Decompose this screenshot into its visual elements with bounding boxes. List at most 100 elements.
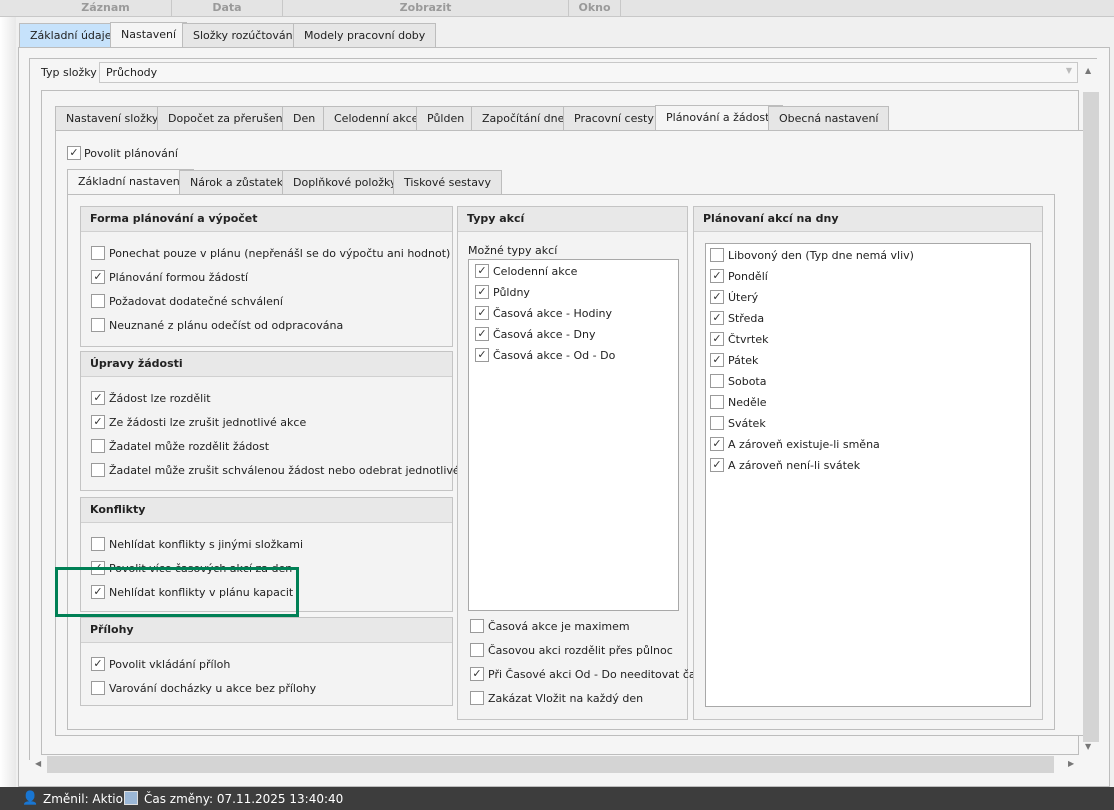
checkbox-label: Neděle — [728, 396, 767, 409]
checkbox[interactable] — [91, 439, 105, 453]
checkbox-label: Časová akce - Dny — [493, 328, 596, 341]
tab-slozky-rozuctovani[interactable]: Složky rozúčtování — [182, 23, 307, 48]
changed-time: Čas změny: 07.11.2025 13:40:40 — [144, 792, 344, 806]
checkbox-label: Sobota — [728, 375, 767, 388]
checkbox[interactable]: ✓ — [710, 353, 724, 367]
hscroll-thumb[interactable] — [47, 756, 1054, 773]
menu-zaznam[interactable]: Záznam — [40, 0, 172, 17]
checkbox-label: Čtvrtek — [728, 333, 769, 346]
scroll-down-icon[interactable]: ▼ — [1085, 742, 1091, 751]
checkbox-label: Při Časové akci Od - Do needitovat čas — [488, 668, 702, 681]
subtab-zakladni-nastaveni[interactable]: Základní nastavení — [67, 169, 194, 195]
planovani-dny-group: Plánovaní akcí na dny Libovoný den (Typ … — [693, 206, 1043, 720]
checkbox[interactable] — [91, 294, 105, 308]
tab-pracovni-cesty[interactable]: Pracovní cesty — [563, 106, 665, 131]
checkbox-label: Povolit vkládání příloh — [109, 658, 231, 671]
scroll-left-icon[interactable]: ◀ — [35, 759, 41, 768]
checkbox[interactable]: ✓ — [710, 311, 724, 325]
checkbox[interactable] — [710, 374, 724, 388]
checkbox-label: Pátek — [728, 354, 759, 367]
menu-data[interactable]: Data — [172, 0, 283, 17]
checkbox[interactable]: ✓ — [475, 327, 489, 341]
left-strip — [0, 17, 16, 787]
checkbox-label: Středa — [728, 312, 765, 325]
checkbox[interactable]: ✓ — [475, 348, 489, 362]
checkbox[interactable] — [710, 395, 724, 409]
tab-nastaveni[interactable]: Nastavení — [110, 22, 188, 48]
checkbox-label: Časová akce je maximem — [488, 620, 630, 633]
tab-planovani-a-zadosti[interactable]: Plánování a žádosti — [655, 105, 784, 131]
menu-okno[interactable]: Okno — [569, 0, 621, 17]
checkbox[interactable]: ✓ — [470, 667, 484, 681]
highlight-box — [55, 567, 299, 617]
checkbox-label: Zakázat Vložit na každý den — [488, 692, 644, 705]
checkbox-label: Žadatel může zrušit schválenou žádost ne… — [109, 464, 490, 477]
checkbox-label: Časová akce - Od - Do — [493, 349, 616, 362]
checkbox[interactable] — [710, 248, 724, 262]
checkbox[interactable]: ✓ — [475, 306, 489, 320]
checkbox[interactable]: ✓ — [91, 657, 105, 671]
tab-nastaveni-slozky[interactable]: Nastavení složky — [55, 106, 170, 131]
tab-zakladni-udaje[interactable]: Základní údaje — [19, 23, 123, 48]
typy-akci-group: Typy akcí Možné typy akcí ✓ Celodenní akc… — [457, 206, 701, 720]
tab-pulden[interactable]: Půlden — [416, 106, 476, 131]
vertical-scrollbar[interactable]: ▲ ▼ — [1082, 66, 1099, 756]
tab-zapocitani-dne[interactable]: Započítání dne — [471, 106, 576, 131]
subtab-narok-a-zustatek[interactable]: Nárok a zůstatek — [179, 170, 295, 195]
checkbox-label: Časová akce - Hodiny — [493, 307, 613, 320]
checkbox-label: Ze žádosti lze zrušit jednotlivé akce — [109, 416, 307, 429]
group-title: Konflikty — [81, 498, 452, 523]
povolit-planovani-checkbox[interactable]: ✓ — [67, 146, 81, 160]
checkbox[interactable] — [91, 537, 105, 551]
checkbox[interactable] — [470, 619, 484, 633]
status-bar: 👤 Změnil: Aktion Čas změny: 07.11.2025 1… — [0, 787, 1114, 810]
checkbox[interactable] — [470, 643, 484, 657]
checkbox[interactable]: ✓ — [91, 415, 105, 429]
subtab-tiskove-sestavy[interactable]: Tiskové sestavy — [393, 170, 502, 195]
tab-celodenni-akce[interactable]: Celodenní akce — [323, 106, 430, 131]
scroll-up-icon[interactable]: ▲ — [1085, 66, 1091, 75]
subtab-doplnkove-polozky[interactable]: Doplňkové položky — [282, 170, 408, 195]
group-1: Úpravy žádosti ✓ Žádost lze rozdělit ✓ Ze žá… — [80, 351, 489, 491]
scroll-right-icon[interactable]: ▶ — [1068, 759, 1074, 768]
checkbox[interactable] — [91, 246, 105, 260]
calendar-clock-icon — [124, 791, 138, 805]
checkbox[interactable]: ✓ — [710, 269, 724, 283]
typ-slozky-select[interactable]: Průchody ▼ — [99, 62, 1078, 83]
checkbox[interactable]: ✓ — [475, 264, 489, 278]
tab-dopocet[interactable]: Dopočet za přerušení — [157, 106, 297, 131]
checkbox[interactable]: ✓ — [475, 285, 489, 299]
tab-den[interactable]: Den — [282, 106, 327, 131]
planovani-dny-list: Libovoný den (Typ dne nemá vliv) ✓ Pondělí… — [705, 243, 1031, 707]
checkbox[interactable] — [91, 318, 105, 332]
tab-modely-pracovni-doby[interactable]: Modely pracovní doby — [293, 23, 437, 48]
checkbox[interactable]: ✓ — [710, 437, 724, 451]
horizontal-scrollbar[interactable]: ◀ ▶ — [33, 756, 1078, 773]
tab-obecna-nastaveni[interactable]: Obecná nastavení — [768, 106, 890, 131]
typy-akci-list: ✓ Celodenní akce ✓ Půldny ✓ Časová akce - Hod… — [468, 259, 679, 611]
group-title: Forma plánování a výpočet — [81, 207, 452, 232]
checkbox[interactable]: ✓ — [710, 332, 724, 346]
scroll-thumb[interactable] — [1083, 92, 1099, 742]
typ-slozky-label: Typ složky — [41, 66, 97, 79]
checkbox-label: Žádost lze rozdělit — [109, 392, 211, 405]
checkbox[interactable]: ✓ — [710, 290, 724, 304]
checkbox-label: Celodenní akce — [493, 265, 578, 278]
checkbox[interactable] — [91, 681, 105, 695]
typy-akci-title: Typy akcí — [458, 207, 687, 232]
checkbox[interactable] — [470, 691, 484, 705]
checkbox[interactable]: ✓ — [91, 391, 105, 405]
checkbox-label: Úterý — [728, 291, 759, 304]
menu-zobrazit[interactable]: Zobrazit — [283, 0, 569, 17]
group-0: Forma plánování a výpočet Ponechat pouze … — [80, 206, 453, 347]
checkbox-label: Varování docházky u akce bez přílohy — [109, 682, 317, 695]
checkbox[interactable]: ✓ — [91, 270, 105, 284]
povolit-planovani-label: Povolit plánování — [84, 147, 178, 160]
checkbox-label: Plánování formou žádostí — [109, 271, 249, 284]
checkbox[interactable] — [710, 416, 724, 430]
group-title: Úpravy žádosti — [81, 352, 452, 377]
checkbox-label: Žadatel může rozdělit žádost — [109, 440, 270, 453]
checkbox-label: Svátek — [728, 417, 766, 430]
checkbox[interactable]: ✓ — [710, 458, 724, 472]
checkbox[interactable] — [91, 463, 105, 477]
